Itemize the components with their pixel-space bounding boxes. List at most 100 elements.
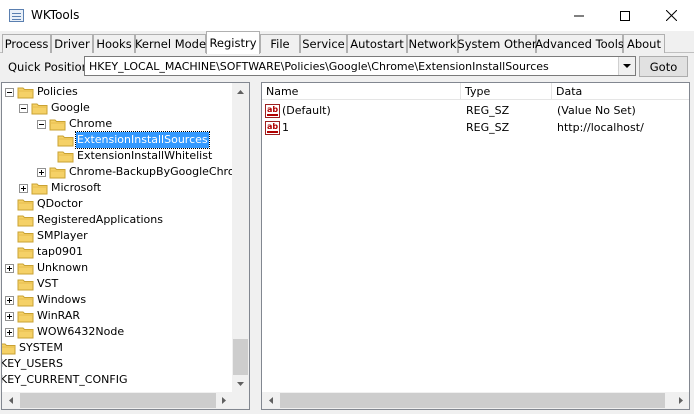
- title-bar: WKTools: [0, 0, 694, 31]
- value-name: (Default): [282, 104, 331, 117]
- close-icon: [665, 10, 677, 21]
- value-data: http://localhost/: [557, 121, 644, 134]
- tree-item[interactable]: Chrome-BackupByGoogleChrome: [37, 164, 250, 180]
- expand-icon[interactable]: [5, 295, 14, 305]
- folder-icon: [17, 311, 34, 322]
- expand-icon[interactable]: [37, 167, 46, 177]
- expand-icon[interactable]: [5, 311, 14, 321]
- tree-item[interactable]: SMPlayer: [5, 228, 89, 244]
- scroll-up-arrow[interactable]: [232, 83, 249, 100]
- value-type: REG_SZ: [466, 121, 510, 134]
- window-title: WKTools: [31, 8, 80, 22]
- list-header: Name Type Data: [262, 83, 689, 100]
- tree-item[interactable]: WinRAR: [5, 308, 81, 324]
- close-button[interactable]: [648, 0, 694, 31]
- tree-item[interactable]: Microsoft: [19, 180, 102, 196]
- folder-icon: [17, 199, 34, 210]
- expand-icon[interactable]: [19, 183, 28, 193]
- tree-item-label: Windows: [37, 293, 87, 306]
- tree-horizontal-scrollbar[interactable]: [2, 392, 232, 409]
- tree-item-label: tap0901: [37, 245, 84, 258]
- tab-network[interactable]: Network: [407, 34, 458, 53]
- tab-autostart[interactable]: Autostart: [347, 34, 407, 53]
- tab-process[interactable]: Process: [2, 34, 51, 53]
- folder-icon: [17, 231, 34, 242]
- tree-item[interactable]: SYSTEM: [2, 340, 64, 356]
- tree-item-label: KEY_USERS: [1, 357, 63, 370]
- tree-item[interactable]: Google: [19, 100, 91, 116]
- maximize-button[interactable]: [602, 0, 648, 31]
- quick-position-value[interactable]: HKEY_LOCAL_MACHINE\SOFTWARE\Policies\Goo…: [89, 60, 549, 73]
- tree-item[interactable]: QDoctor: [5, 196, 83, 212]
- tree-item[interactable]: Windows: [5, 292, 87, 308]
- column-header-name[interactable]: Name: [262, 83, 461, 100]
- list-item[interactable]: ab (Default) REG_SZ (Value No Set): [262, 103, 689, 119]
- tree-item[interactable]: tap0901: [5, 244, 84, 260]
- tree-item[interactable]: VST: [5, 276, 59, 292]
- tree-item[interactable]: Unknown: [5, 260, 89, 276]
- registry-tree[interactable]: Policies Google Chrome ExtensionInstallSour…: [1, 82, 250, 410]
- expand-icon[interactable]: [5, 327, 14, 337]
- tree-item-label: ExtensionInstallSources: [75, 131, 210, 149]
- arrow-right-icon: [221, 397, 226, 404]
- list-horizontal-scrollbar[interactable]: [262, 392, 689, 409]
- app-icon: [9, 9, 24, 22]
- tree-hscroll-thumb[interactable]: [20, 393, 216, 408]
- tree-item[interactable]: KEY_CURRENT_CONFIG: [1, 372, 128, 388]
- folder-icon: [31, 183, 48, 194]
- tree-item[interactable]: Chrome: [37, 116, 113, 132]
- quick-position-combobox[interactable]: HKEY_LOCAL_MACHINE\SOFTWARE\Policies\Goo…: [84, 56, 636, 76]
- tree-vertical-scrollbar[interactable]: [232, 83, 249, 392]
- tree-item[interactable]: ExtensionInstallSources: [57, 131, 210, 149]
- folder-icon: [17, 279, 34, 290]
- tree-item[interactable]: WOW6432Node: [5, 324, 125, 340]
- quick-position-dropdown-button[interactable]: [618, 57, 635, 75]
- tree-item-label: KEY_CURRENT_CONFIG: [1, 373, 128, 386]
- main-tab-bar: Process Driver Hooks Kernel Mode Registr…: [0, 31, 694, 54]
- list-item[interactable]: ab 1 REG_SZ http://localhost/: [262, 120, 689, 136]
- chevron-down-icon: [623, 63, 631, 68]
- scroll-left-arrow[interactable]: [262, 392, 279, 409]
- tree-item[interactable]: Policies: [5, 84, 79, 100]
- scroll-right-arrow[interactable]: [672, 392, 689, 409]
- scroll-right-arrow[interactable]: [215, 392, 232, 409]
- tree-item-label: Google: [51, 101, 90, 114]
- tab-hooks[interactable]: Hooks: [93, 34, 135, 53]
- value-type: REG_SZ: [466, 104, 510, 117]
- list-hscroll-thumb[interactable]: [280, 393, 665, 408]
- tree-vscroll-thumb[interactable]: [233, 339, 248, 375]
- arrow-down-icon: [237, 381, 244, 386]
- column-header-data[interactable]: Data: [552, 83, 689, 100]
- registry-values-list[interactable]: Name Type Data ab (Default) REG_SZ (Valu…: [261, 82, 690, 410]
- folder-icon: [17, 87, 34, 98]
- tab-registry[interactable]: Registry: [206, 31, 260, 54]
- folder-icon: [57, 135, 74, 146]
- collapse-icon[interactable]: [37, 119, 46, 129]
- folder-icon: [57, 151, 74, 162]
- tab-about[interactable]: About: [623, 34, 665, 53]
- collapse-icon[interactable]: [19, 103, 28, 113]
- tree-item-label: Chrome: [69, 117, 113, 130]
- tab-service[interactable]: Service: [300, 34, 347, 53]
- scroll-left-arrow[interactable]: [2, 392, 19, 409]
- goto-button[interactable]: Goto: [639, 56, 688, 77]
- scroll-down-arrow[interactable]: [232, 375, 249, 392]
- tab-kernel-mode[interactable]: Kernel Mode: [135, 34, 206, 53]
- column-header-type[interactable]: Type: [461, 83, 552, 100]
- tab-system-other[interactable]: System Other: [457, 34, 537, 53]
- collapse-icon[interactable]: [5, 87, 14, 97]
- tree-item-label: SYSTEM: [19, 341, 63, 354]
- tab-advanced-tools[interactable]: Advanced Tools: [535, 34, 624, 53]
- tree-item[interactable]: ExtensionInstallWhitelist: [57, 148, 213, 164]
- tree-item-label: Chrome-BackupByGoogleChrome: [69, 165, 250, 178]
- tree-item-label: Policies: [37, 85, 78, 98]
- tree-item[interactable]: KEY_USERS: [1, 356, 64, 372]
- expand-icon[interactable]: [5, 263, 14, 273]
- minimize-button[interactable]: [556, 0, 602, 31]
- tab-file[interactable]: File: [260, 34, 300, 53]
- tab-driver[interactable]: Driver: [51, 34, 93, 53]
- tree-item-label: Microsoft: [51, 181, 102, 194]
- maximize-icon: [620, 10, 630, 21]
- arrow-left-icon: [8, 397, 13, 404]
- tree-item[interactable]: RegisteredApplications: [5, 212, 164, 228]
